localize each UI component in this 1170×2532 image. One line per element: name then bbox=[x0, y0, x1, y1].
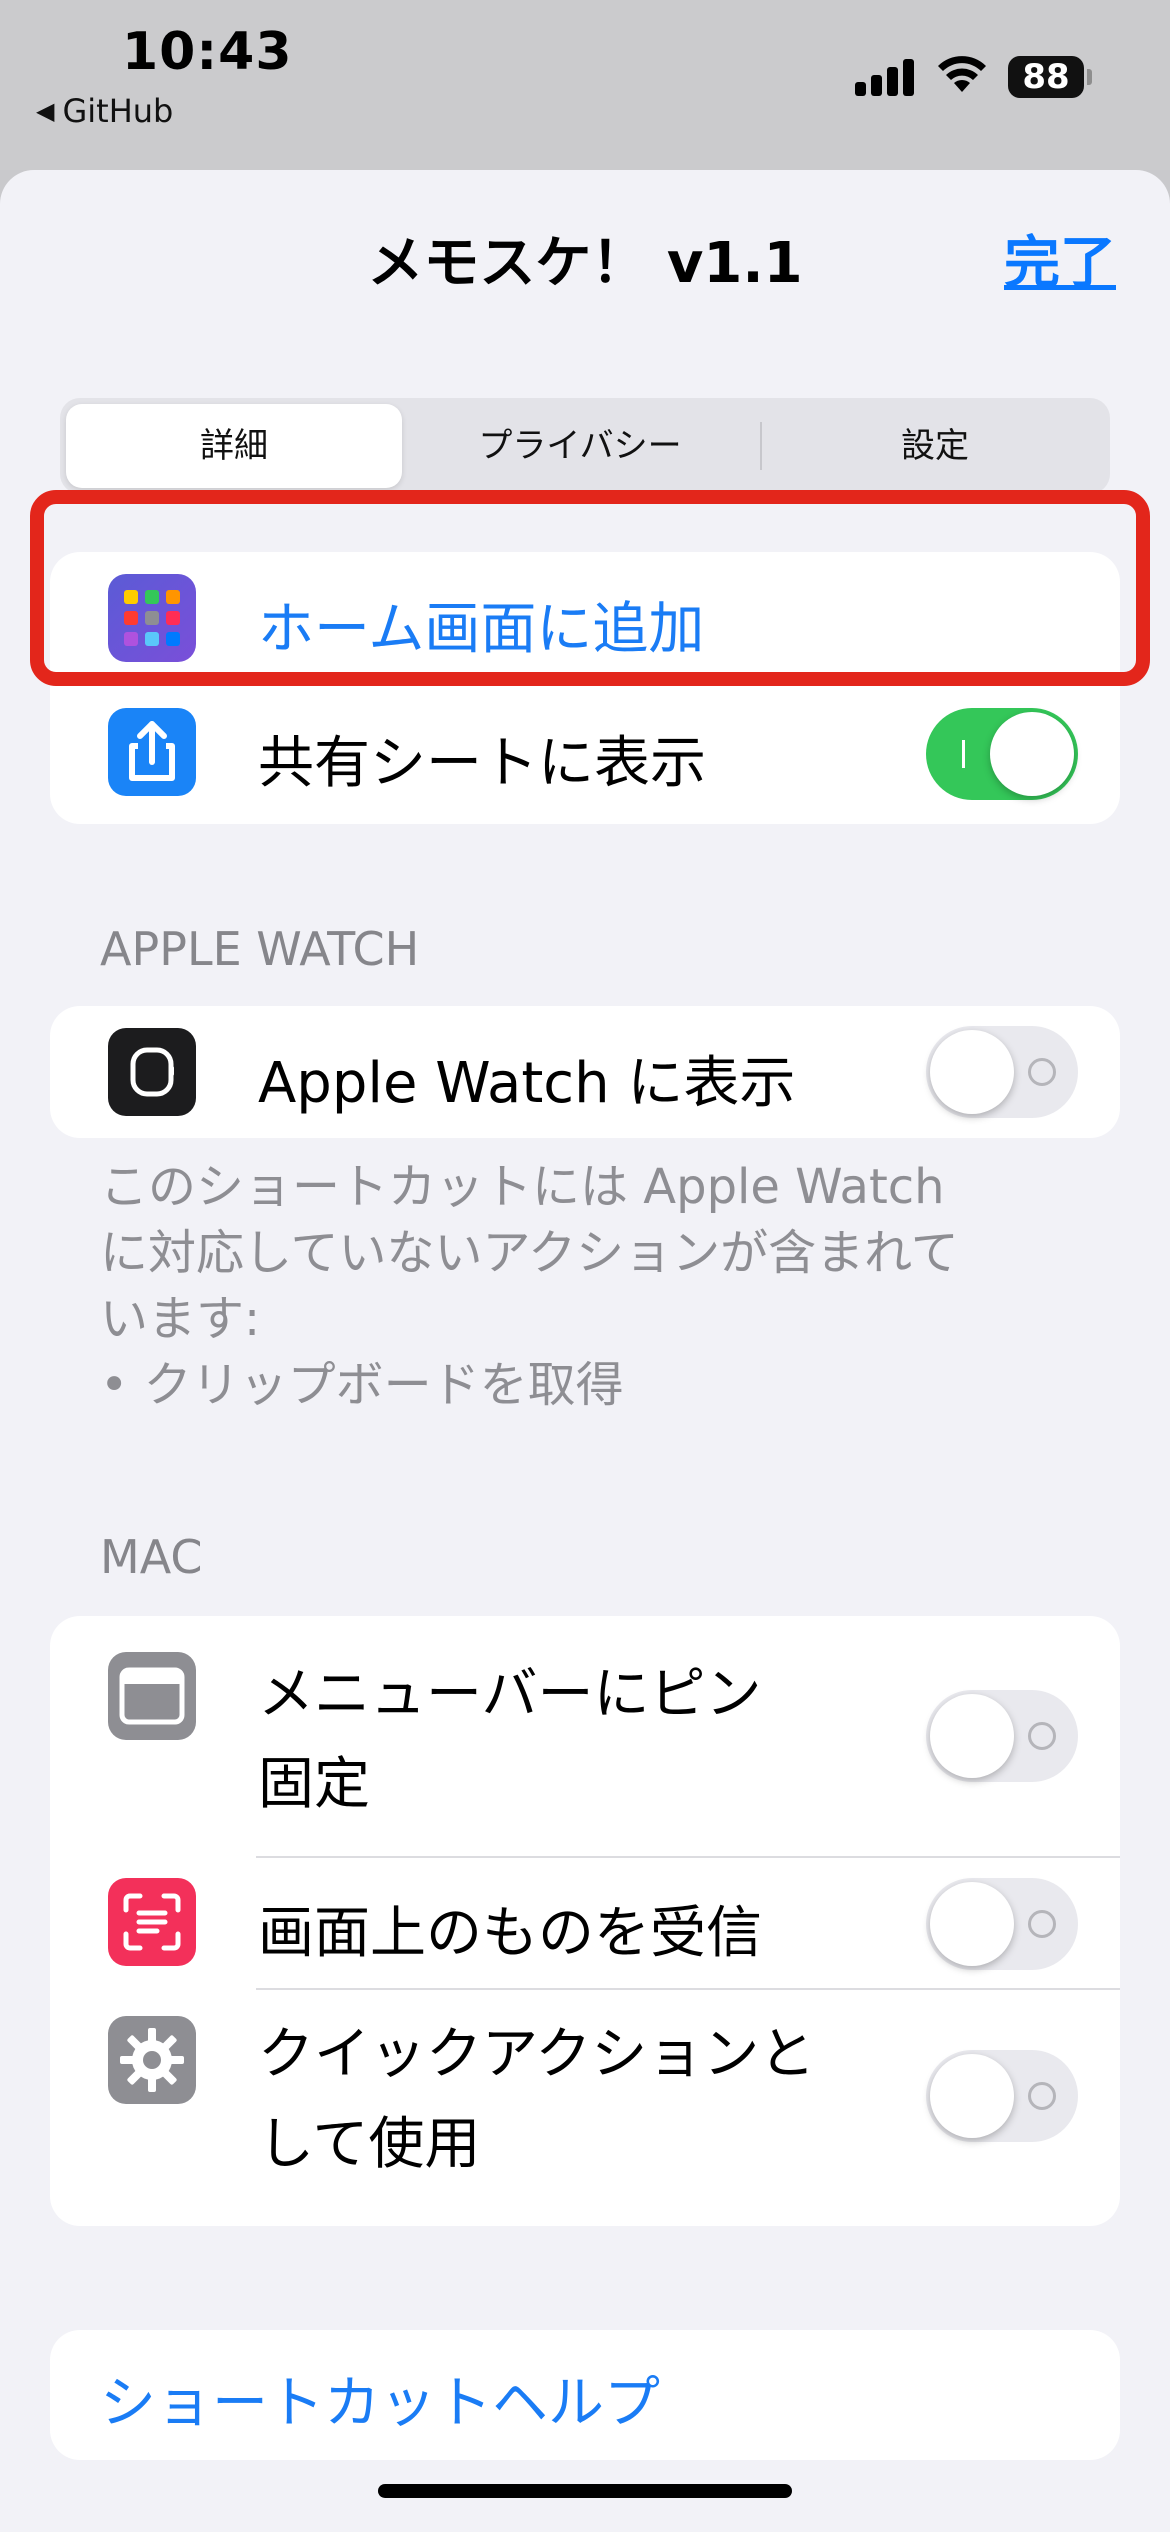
quick-action-toggle[interactable] bbox=[926, 2050, 1078, 2142]
receive-onscreen-label: 画面上のものを受信 bbox=[258, 1901, 762, 1966]
quick-action-row: クイックアクションと して使用 bbox=[50, 1990, 1120, 2226]
footnote-line: このショートカットには Apple Watch bbox=[100, 1159, 945, 1215]
tab-privacy[interactable]: プライバシー bbox=[410, 404, 750, 488]
sheet-title: メモスケ！ v1.1 bbox=[367, 231, 803, 296]
toggle-off-mark bbox=[1028, 1722, 1056, 1750]
pin-menubar-row: メニューバーにピン 固定 bbox=[50, 1616, 1120, 1856]
mac-card: メニューバーにピン 固定 画面上のものを受信 クイックアクションと して使用 bbox=[50, 1616, 1120, 2226]
label-line: して使用 bbox=[258, 2112, 481, 2177]
segment-divider bbox=[760, 422, 762, 470]
back-to-app-link[interactable]: ◀ GitHub bbox=[36, 92, 173, 130]
tab-details[interactable]: 詳細 bbox=[66, 404, 402, 488]
status-bar: 10:43 ◀ GitHub 88 bbox=[0, 0, 1170, 170]
battery-icon: 88 bbox=[1008, 56, 1084, 98]
share-sheet-label: 共有シートに表示 bbox=[258, 731, 706, 796]
apple-watch-label: Apple Watch に表示 bbox=[258, 1051, 796, 1116]
apple-watch-section-header: APPLE WATCH bbox=[100, 922, 420, 976]
receive-onscreen-row: 画面上のものを受信 bbox=[50, 1858, 1120, 1988]
label-line: クイックアクションと bbox=[258, 2022, 816, 2087]
pin-menubar-toggle[interactable] bbox=[926, 1690, 1078, 1782]
apple-watch-card: Apple Watch に表示 bbox=[50, 1006, 1120, 1138]
gear-icon bbox=[108, 2016, 196, 2104]
footnote-line: います: bbox=[100, 1291, 261, 1347]
toggle-knob bbox=[930, 1694, 1014, 1778]
receive-onscreen-toggle[interactable] bbox=[926, 1878, 1078, 1970]
help-card: ショートカットヘルプ bbox=[50, 2330, 1120, 2460]
toggle-knob bbox=[930, 1882, 1014, 1966]
battery-cap bbox=[1087, 69, 1092, 85]
back-app-label: GitHub bbox=[62, 92, 174, 130]
toggle-off-mark bbox=[1028, 2082, 1056, 2110]
shortcut-help-link[interactable]: ショートカットヘルプ bbox=[100, 2358, 660, 2439]
share-sheet-toggle[interactable] bbox=[926, 708, 1078, 800]
apple-watch-icon bbox=[108, 1028, 196, 1116]
share-sheet-row: 共有シートに表示 bbox=[50, 684, 1120, 824]
status-time: 10:43 bbox=[122, 22, 293, 82]
toggle-off-mark bbox=[1028, 1910, 1056, 1938]
cellular-signal-icon bbox=[855, 56, 915, 96]
menubar-window-icon bbox=[108, 1652, 196, 1740]
toggle-on-mark bbox=[962, 740, 965, 768]
quick-action-label: クイックアクションと して使用 bbox=[258, 2010, 815, 2190]
home-indicator[interactable] bbox=[378, 2484, 792, 2498]
tab-settings[interactable]: 設定 bbox=[766, 404, 1104, 488]
segmented-control: 詳細 プライバシー 設定 bbox=[60, 398, 1110, 494]
apple-watch-footnote: このショートカットには Apple Watch に対応していないアクションが含ま… bbox=[100, 1154, 1080, 1418]
apple-watch-toggle[interactable] bbox=[926, 1026, 1078, 1118]
apple-watch-row: Apple Watch に表示 bbox=[50, 1006, 1120, 1138]
toggle-knob bbox=[930, 2054, 1014, 2138]
footnote-line: に対応していないアクションが含まれて bbox=[100, 1225, 959, 1281]
done-button[interactable]: 完了 bbox=[1004, 218, 1116, 299]
wifi-icon bbox=[938, 56, 986, 92]
mac-section-header: MAC bbox=[100, 1530, 203, 1584]
label-line: 固定 bbox=[258, 1752, 370, 1817]
scan-text-icon bbox=[108, 1878, 196, 1966]
back-triangle-icon: ◀ bbox=[36, 97, 55, 125]
toggle-knob bbox=[990, 712, 1074, 796]
footnote-line: • クリップボードを取得 bbox=[100, 1357, 624, 1413]
label-line: メニューバーにピン bbox=[258, 1662, 762, 1727]
share-icon bbox=[108, 708, 196, 796]
pin-menubar-label: メニューバーにピン 固定 bbox=[258, 1650, 761, 1830]
annotation-highlight bbox=[30, 490, 1150, 686]
toggle-off-mark bbox=[1028, 1058, 1056, 1086]
toggle-knob bbox=[930, 1030, 1014, 1114]
